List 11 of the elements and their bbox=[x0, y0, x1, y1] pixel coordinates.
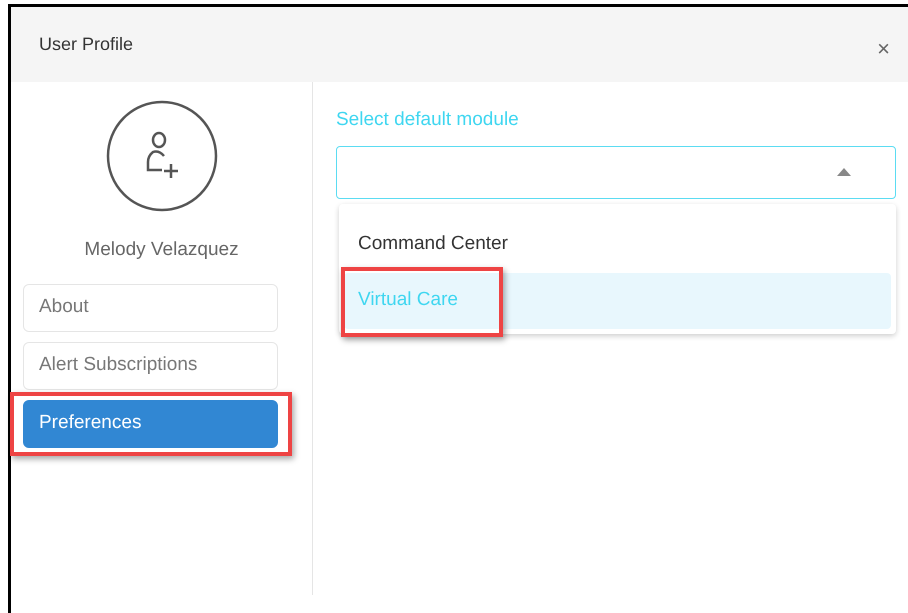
module-dropdown[interactable] bbox=[336, 146, 896, 198]
window-title: User Profile bbox=[39, 33, 134, 56]
field-label: Select default module bbox=[336, 108, 520, 132]
sidebar-tab[interactable]: Preferences bbox=[23, 400, 278, 448]
caret-icon bbox=[837, 168, 851, 176]
dropdown-option[interactable]: Command Center bbox=[344, 216, 891, 272]
close-button[interactable]: × bbox=[877, 38, 890, 60]
sidebar-tab[interactable]: Alert Subscriptions bbox=[23, 342, 278, 390]
user-name: Melody Velazquez bbox=[84, 238, 239, 262]
sidebar-tab[interactable]: About bbox=[23, 284, 278, 332]
user-add-icon bbox=[106, 100, 218, 212]
